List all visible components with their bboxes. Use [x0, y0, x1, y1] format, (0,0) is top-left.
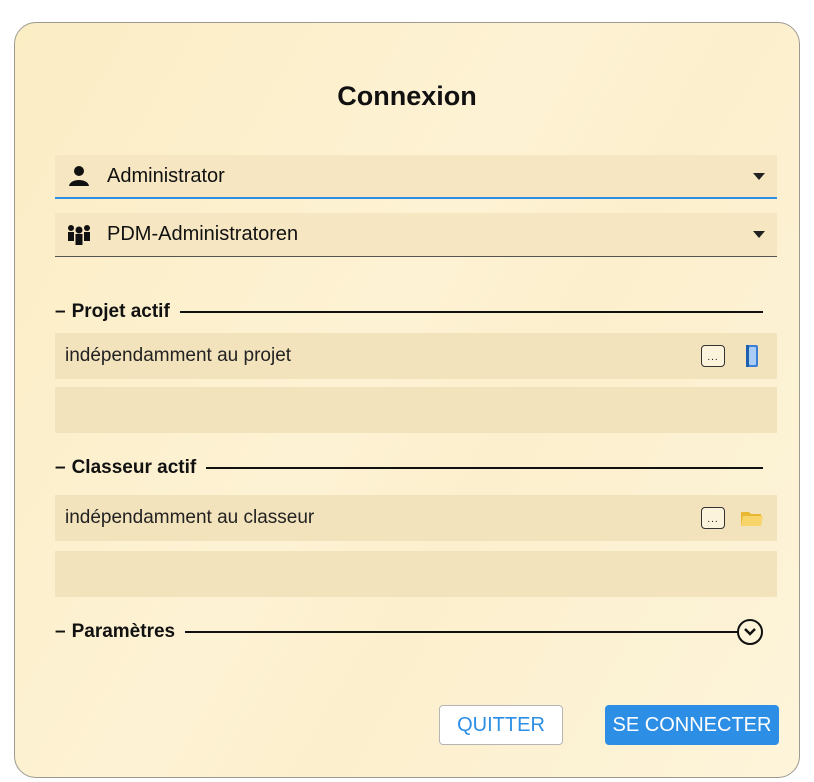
folder-value: indépendamment au classeur [65, 507, 315, 528]
group-select[interactable]: PDM-Administratoren [55, 213, 777, 257]
user-group-icon [65, 221, 93, 249]
project-value: indépendamment au projet [65, 345, 292, 366]
user-select[interactable]: Administrator [55, 155, 777, 199]
folder-section-title: Classeur actif [71, 457, 197, 478]
folder-icon[interactable] [739, 505, 765, 531]
project-description-field [55, 387, 777, 433]
project-section-title: Projet actif [71, 301, 170, 322]
settings-section-title: Paramètres [71, 621, 176, 642]
group-select-value: PDM-Administratoren [107, 223, 299, 245]
user-icon [65, 162, 93, 190]
user-select-value: Administrator [107, 164, 225, 187]
chevron-down-circle-icon[interactable] [737, 619, 763, 645]
folder-browse-button[interactable]: ... [701, 507, 725, 529]
login-dialog: Connexion Administrator PDM-Administrato… [14, 22, 800, 778]
project-browse-button[interactable]: ... [701, 345, 725, 367]
quit-button[interactable]: QUITTER [439, 705, 563, 745]
folder-description-field [55, 551, 777, 597]
chevron-down-icon[interactable] [753, 231, 765, 238]
dialog-title: Connexion [337, 81, 477, 111]
project-book-icon[interactable] [739, 343, 765, 369]
chevron-down-icon[interactable] [753, 172, 765, 180]
connect-button[interactable]: SE CONNECTER [605, 705, 779, 745]
project-section-header: – Projet actif [55, 299, 763, 325]
folder-field[interactable]: indépendamment au classeur ... [55, 495, 777, 541]
project-field[interactable]: indépendamment au projet ... [55, 333, 777, 379]
settings-section-header[interactable]: – Paramètres [55, 619, 753, 645]
folder-section-header: – Classeur actif [55, 455, 763, 481]
